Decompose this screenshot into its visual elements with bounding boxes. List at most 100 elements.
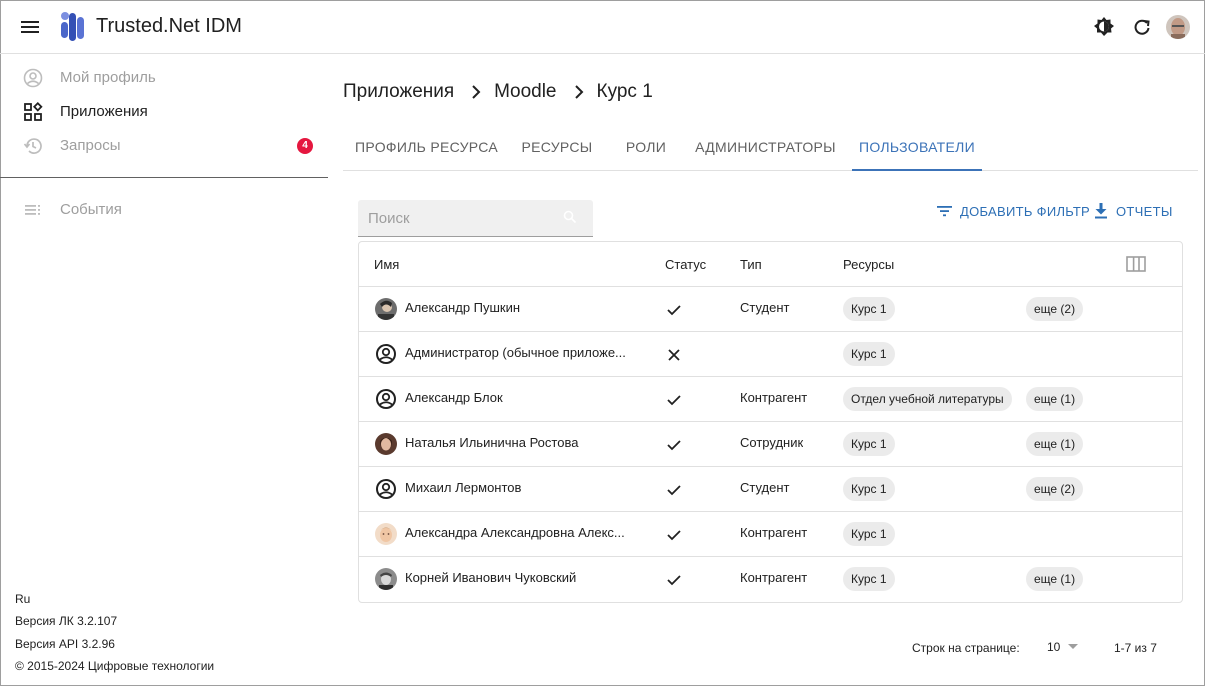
copyright: © 2015-2024 Цифровые технологии xyxy=(15,659,215,673)
check-icon xyxy=(667,530,681,541)
check-icon xyxy=(667,395,681,406)
resource-chip[interactable]: Курс 1 xyxy=(843,342,895,366)
resource-chip[interactable]: Курс 1 xyxy=(843,297,895,321)
language-switch[interactable]: Ru xyxy=(15,592,30,606)
menu-icon[interactable] xyxy=(16,13,44,41)
sidebar-item-label: Запросы xyxy=(60,137,121,154)
sidebar-item-label: События xyxy=(60,201,122,218)
column-header-status[interactable]: Статус xyxy=(665,257,706,272)
user-photo-avatar xyxy=(375,433,397,455)
account-circle-icon xyxy=(376,344,396,364)
table-row[interactable]: Корней Иванович Чуковский Контрагент Кур… xyxy=(359,556,1182,601)
resource-chip[interactable]: Курс 1 xyxy=(843,567,895,591)
sidebar: Мой профиль Приложения Запросы 4 События xyxy=(0,55,328,685)
table-row[interactable]: Александр Блок Контрагент Отдел учебной … xyxy=(359,376,1182,421)
rows-per-page-value: 10 xyxy=(1047,640,1061,654)
more-resources-chip[interactable]: еще (1) xyxy=(1026,387,1084,411)
user-type: Сотрудник xyxy=(740,435,804,450)
close-icon xyxy=(668,349,680,361)
user-type: Студент xyxy=(740,300,790,315)
list-icon xyxy=(25,205,40,215)
check-icon xyxy=(667,440,681,451)
column-header-resources[interactable]: Ресурсы xyxy=(843,257,894,272)
add-filter-button[interactable]: ДОБАВИТЬ ФИЛЬТР xyxy=(937,200,1090,222)
filter-icon xyxy=(937,206,952,217)
sidebar-item-events[interactable]: События xyxy=(0,193,328,227)
download-icon xyxy=(1095,203,1107,219)
sidebar-item-label: Мой профиль xyxy=(60,69,156,86)
user-type: Контрагент xyxy=(740,390,808,405)
app-logo xyxy=(61,12,84,41)
resource-chip[interactable]: Отдел учебной литературы xyxy=(843,387,1012,411)
user-name[interactable]: Александр Блок xyxy=(405,390,645,405)
user-type: Студент xyxy=(740,480,790,495)
app-header: Trusted.Net IDM xyxy=(0,0,1205,54)
user-type: Контрагент xyxy=(740,570,808,585)
account-circle-icon xyxy=(376,479,396,499)
sidebar-divider xyxy=(0,177,328,178)
breadcrumb-applications[interactable]: Приложения xyxy=(343,81,454,103)
breadcrumb-current: Курс 1 xyxy=(596,81,653,102)
user-name[interactable]: Администратор (обычное приложе... xyxy=(405,345,645,360)
columns-icon[interactable] xyxy=(1126,255,1146,273)
sidebar-item-my-profile[interactable]: Мой профиль xyxy=(0,61,328,95)
account-circle-icon xyxy=(23,68,43,88)
user-name[interactable]: Наталья Ильинична Ростова xyxy=(405,435,645,450)
users-table: Имя Статус Тип Ресурсы Александр Пушкин … xyxy=(358,241,1183,603)
table-row[interactable]: Александра Александровна Алекс... Контра… xyxy=(359,511,1182,556)
search-input[interactable] xyxy=(368,208,558,228)
tab-administrators[interactable]: АДМИНИСТРАТОРЫ xyxy=(693,128,838,171)
check-icon xyxy=(667,575,681,586)
version-lk: Версия ЛК 3.2.107 xyxy=(15,614,118,628)
requests-count-badge: 4 xyxy=(297,138,313,154)
more-resources-chip[interactable]: еще (1) xyxy=(1026,432,1084,456)
sidebar-item-requests[interactable]: Запросы 4 xyxy=(0,129,328,163)
table-row[interactable]: Михаил Лермонтов Студент Курс 1 еще (2) xyxy=(359,466,1182,511)
table-row[interactable]: Наталья Ильинична Ростова Сотрудник Курс… xyxy=(359,421,1182,466)
more-resources-chip[interactable]: еще (2) xyxy=(1026,297,1084,321)
reports-label: ОТЧЕТЫ xyxy=(1116,203,1173,219)
user-avatar[interactable] xyxy=(1166,15,1190,39)
chevron-down-icon xyxy=(1068,644,1079,649)
user-photo-avatar xyxy=(375,298,397,320)
more-resources-chip[interactable]: еще (2) xyxy=(1026,477,1084,501)
user-type: Контрагент xyxy=(740,525,808,540)
user-photo-avatar xyxy=(375,523,397,545)
resource-chip[interactable]: Курс 1 xyxy=(843,477,895,501)
sidebar-item-applications[interactable]: Приложения xyxy=(0,95,328,129)
tab-resource-profile[interactable]: ПРОФИЛЬ РЕСУРСА xyxy=(343,128,510,171)
user-photo-avatar xyxy=(375,568,397,590)
reports-button[interactable]: ОТЧЕТЫ xyxy=(1094,200,1173,222)
tab-resources[interactable]: РЕСУРСЫ xyxy=(510,128,604,171)
user-name[interactable]: Александра Александровна Алекс... xyxy=(405,525,645,540)
chevron-right-icon xyxy=(472,85,481,99)
check-icon xyxy=(667,305,681,316)
sidebar-item-label: Приложения xyxy=(60,103,148,120)
account-circle-icon xyxy=(376,389,396,409)
breadcrumb-moodle[interactable]: Moodle xyxy=(494,81,556,103)
app-title: Trusted.Net IDM xyxy=(96,15,242,37)
table-row[interactable]: Администратор (обычное приложе... Курс 1 xyxy=(359,331,1182,376)
resource-chip[interactable]: Курс 1 xyxy=(843,522,895,546)
column-header-type[interactable]: Тип xyxy=(740,257,762,272)
version-api: Версия API 3.2.96 xyxy=(15,637,115,651)
column-header-name[interactable]: Имя xyxy=(374,257,399,272)
rows-per-page-label: Строк на странице: xyxy=(912,641,1020,655)
tab-users[interactable]: ПОЛЬЗОВАТЕЛИ xyxy=(852,128,982,171)
table-row[interactable]: Александр Пушкин Студент Курс 1 еще (2) xyxy=(359,286,1182,331)
search-field[interactable] xyxy=(358,200,593,237)
check-icon xyxy=(667,485,681,496)
user-name[interactable]: Михаил Лермонтов xyxy=(405,480,645,495)
tabs: ПРОФИЛЬ РЕСУРСА РЕСУРСЫ РОЛИ АДМИНИСТРАТ… xyxy=(343,128,1198,171)
add-filter-label: ДОБАВИТЬ ФИЛЬТР xyxy=(960,203,1091,219)
more-resources-chip[interactable]: еще (1) xyxy=(1026,567,1084,591)
rows-per-page-select[interactable]: 10 xyxy=(1047,640,1079,654)
theme-toggle-icon[interactable] xyxy=(1091,14,1117,40)
apps-icon xyxy=(24,102,43,121)
tab-roles[interactable]: РОЛИ xyxy=(613,128,679,171)
resource-chip[interactable]: Курс 1 xyxy=(843,432,895,456)
pagination-range: 1-7 из 7 xyxy=(1114,641,1157,655)
refresh-icon[interactable] xyxy=(1129,14,1155,40)
user-name[interactable]: Александр Пушкин xyxy=(405,300,645,315)
user-name[interactable]: Корней Иванович Чуковский xyxy=(405,570,645,585)
